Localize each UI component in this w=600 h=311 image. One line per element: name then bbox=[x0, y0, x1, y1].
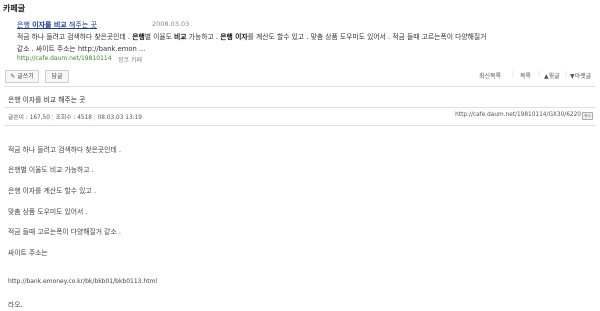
post-title: 은행 이자를 비교 해주는 곳 bbox=[8, 96, 86, 104]
list-link[interactable]: 목록 bbox=[520, 71, 531, 80]
post-body-line: 라오. bbox=[8, 301, 23, 309]
pencil-icon: ✎ bbox=[10, 73, 16, 80]
result-title-highlight: 이자를 비교 bbox=[32, 21, 67, 29]
post-body-line: 싸이트 주소는 bbox=[8, 249, 48, 257]
author-info: 글쓴이 : 167,50 bbox=[8, 115, 50, 121]
latest-list-link[interactable]: 최신목록 bbox=[479, 71, 501, 80]
result-title-part: 은행 bbox=[17, 21, 33, 29]
result-source-url[interactable]: http://cafe.daum.net/19810114 bbox=[17, 55, 112, 62]
write-button[interactable]: ✎ 글쓰기 bbox=[5, 70, 39, 83]
post-datetime: 08.03.03 13:19 bbox=[97, 115, 142, 121]
divider bbox=[5, 86, 595, 87]
result-cafe-name[interactable]: 쌍코 카페 bbox=[118, 55, 142, 64]
divider bbox=[5, 125, 595, 126]
reply-button[interactable]: 답글 bbox=[45, 70, 69, 83]
prev-post-link[interactable]: ▲윗글 bbox=[544, 71, 560, 80]
post-body-line: 은행 이자를 계산도 할수 있고 . bbox=[8, 187, 97, 195]
snippet-text: 가능하고 . bbox=[186, 33, 221, 41]
divider bbox=[5, 107, 595, 108]
nav-separator: | bbox=[512, 71, 515, 78]
snippet-text: 를 계산도 할수 있고 . 맞춤 상품 도우미도 있어서 . 적금 들때 고르는… bbox=[247, 33, 487, 41]
result-snippet-line2: 같소 . 싸이트 주소는 http://bank.emon ... bbox=[17, 45, 146, 53]
section-title: 카페글 bbox=[3, 4, 26, 13]
write-button-label: 글쓰기 bbox=[17, 73, 34, 80]
result-date: 2008.03.03 bbox=[152, 20, 190, 28]
snippet-highlight: 은행 bbox=[132, 33, 145, 41]
snippet-text: 별 이율도 bbox=[144, 33, 175, 41]
post-info-bar: 글쓴이 : 167,50 | 조회수 : 4518 | 08.03.03 13:… bbox=[5, 112, 595, 122]
post-body-line: 적금 들때 고르는폭이 다양해질거 같소 . bbox=[8, 228, 122, 236]
result-title-part: 해주는 곳 bbox=[66, 21, 97, 29]
snippet-highlight: 비교 bbox=[174, 33, 187, 41]
post-body-line: 맞춤 상품 도우미도 있어서 . bbox=[8, 208, 88, 216]
nav-separator: | bbox=[565, 71, 568, 78]
post-toolbar: ✎ 글쓰기 답글 최신목록 | 목록 | ▲윗글 | ▼아랫글 bbox=[5, 70, 595, 83]
post-body-line: 은행별 이율도 비교 가능하고 . bbox=[8, 166, 94, 174]
post-permalink[interactable]: http://cafe.daum.net/19810114/GX30/6220 bbox=[455, 112, 581, 118]
snippet-highlight: 은행 이자 bbox=[220, 33, 248, 41]
result-title-link[interactable]: 은행 이자를 비교 해주는 곳 bbox=[17, 20, 97, 30]
view-count: 조회수 : 4518 bbox=[55, 115, 92, 121]
post-body-line: 적금 하나 들려고 검색하다 찾은곳인데 . bbox=[8, 146, 122, 154]
snippet-text: 적금 하나 들려고 검색하다 찾은곳인데 . bbox=[17, 33, 133, 41]
post-meta: 글쓴이 : 167,50 | 조회수 : 4518 | 08.03.03 13:… bbox=[8, 115, 142, 121]
result-snippet-line1: 적금 하나 들려고 검색하다 찾은곳인데 . 은행별 이율도 비교 가능하고 .… bbox=[17, 31, 486, 41]
copy-url-icon[interactable]: 복사 bbox=[582, 112, 593, 120]
next-post-link[interactable]: ▼아랫글 bbox=[570, 71, 591, 80]
nav-separator: | bbox=[538, 71, 541, 78]
post-body-url[interactable]: http://bank.emoney.co.kr/bk/bkb01/bkb011… bbox=[8, 278, 157, 285]
